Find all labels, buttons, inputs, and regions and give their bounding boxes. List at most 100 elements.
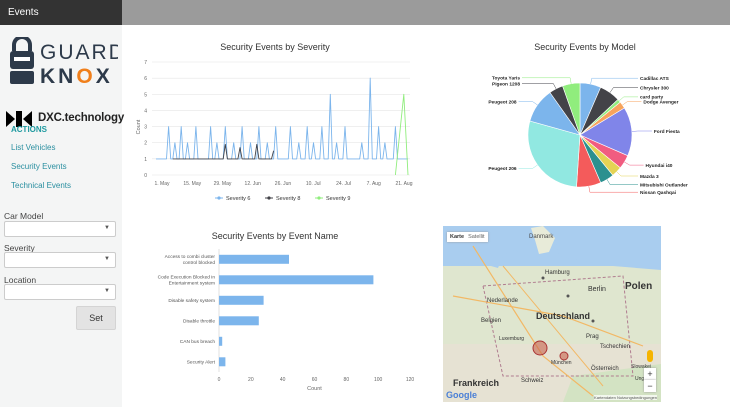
bar[interactable]: [219, 295, 264, 305]
logo-text-guard: GUARD: [40, 41, 118, 64]
map-place-label: Luxemburg: [499, 336, 525, 342]
severity-chart-title: Security Events by Severity: [220, 42, 330, 52]
event-name-chart-title: Security Events by Event Name: [211, 231, 339, 241]
x-tick-label: 120: [406, 377, 415, 383]
car-model-label: Car Model: [4, 211, 44, 221]
series-line-1[interactable]: [156, 77, 408, 160]
app-title: Events: [0, 0, 122, 25]
x-tick-label: 100: [374, 377, 383, 383]
map-zoom-in-button[interactable]: +: [644, 368, 656, 380]
legend-label[interactable]: Severity 8: [276, 196, 300, 202]
y-tick-label: 7: [144, 60, 147, 66]
model-chart-title: Security Events by Model: [534, 42, 636, 52]
series-line-3[interactable]: [394, 93, 409, 176]
x-tick-label: 80: [344, 377, 350, 383]
x-axis-label: Count: [307, 386, 322, 392]
pie-label: Nissan Qashqai: [640, 190, 676, 196]
pie-connector: [616, 171, 638, 177]
x-tick-label: 0: [218, 377, 221, 383]
map-place-label: Schweiz: [521, 378, 544, 384]
x-tick-label: 29. May: [214, 181, 232, 187]
map-event-marker[interactable]: [559, 351, 569, 361]
x-tick-label: 7. Aug: [367, 181, 381, 187]
pie-label: Hyundai i40: [646, 163, 673, 169]
bar[interactable]: [219, 275, 374, 285]
legend-marker: [267, 196, 271, 200]
pie-connector: [619, 96, 638, 101]
map-place-label: Deutschland: [536, 311, 591, 321]
set-button[interactable]: Set: [76, 306, 116, 330]
severity-line-chart: 0 1 2 3 4 5 6 7 Count 1. May 15. May 29. May 12. Jun…: [136, 60, 413, 202]
y-tick-label: 3: [144, 125, 147, 131]
map-place-label: Hamburg: [545, 270, 570, 276]
pie-connector: [522, 77, 572, 84]
bar[interactable]: [219, 254, 289, 264]
bar[interactable]: [219, 357, 226, 367]
actions-heading: ACTIONS: [11, 125, 47, 134]
pie-connector: [622, 101, 642, 106]
map-attribution: Kartendaten Nutzungsbedingungen: [594, 395, 657, 400]
map-place-label: München: [551, 360, 572, 366]
y-tick-label: 5: [144, 92, 147, 98]
bar[interactable]: [219, 336, 223, 346]
event-name-bar-chart: 0 20 40 60 80 100 120 Count Access to combi clus…: [158, 249, 415, 392]
events-map[interactable]: Karte Satellit Danmark Hamburg Berlin Nederl…: [443, 226, 661, 402]
map-place-label: Frankreich: [453, 378, 500, 388]
y-tick-label: 2: [144, 141, 147, 147]
technical-events-link[interactable]: Technical Events: [11, 181, 71, 190]
map-event-marker[interactable]: [532, 340, 548, 356]
legend-label[interactable]: Severity 6: [226, 196, 250, 202]
y-axis-label: Count: [136, 119, 142, 134]
pie-label: Pigeon 1208: [492, 81, 520, 87]
x-tick-label: 60: [312, 377, 318, 383]
bar-category-label: Disable safety system: [168, 298, 215, 304]
pie-label: Peugeot 208: [488, 99, 517, 105]
bar-category-label: control blocked: [183, 260, 216, 266]
map-type-tabs: Karte Satellit: [447, 232, 488, 242]
pie-connector: [624, 161, 644, 166]
map-tab-satellit[interactable]: Satellit: [468, 234, 485, 240]
bar-category-label: Code Execution Blocked in: [158, 275, 216, 281]
pegman-icon[interactable]: [647, 350, 653, 362]
google-logo: Google: [446, 390, 477, 400]
list-vehicles-link[interactable]: List Vehicles: [11, 143, 55, 152]
map-place-label: Ung: [635, 376, 645, 382]
x-tick-label: 1. May: [154, 181, 170, 187]
guardknox-logo: GUARD KNOX: [8, 35, 124, 88]
dropdown-arrow-icon: ▼: [104, 256, 110, 262]
dropdown-arrow-icon: ▼: [104, 288, 110, 294]
car-model-select[interactable]: ▼: [4, 221, 116, 237]
y-tick-label: 1: [144, 157, 147, 163]
pie-label: Chrysler 300: [640, 85, 669, 91]
bar-category-label: Security Alert: [187, 360, 216, 366]
model-pie-chart: Cadillac ATSChrysler 300card partyDodge …: [488, 76, 688, 196]
x-tick-label: 15. May: [183, 181, 201, 187]
pie-connector: [590, 77, 638, 85]
pie-label: Mazda 3: [640, 174, 659, 180]
map-place-label: Berlin: [588, 286, 606, 293]
severity-select[interactable]: ▼: [4, 252, 116, 268]
x-tick-label: 20: [248, 377, 254, 383]
dxc-logo-text: DXC.technology: [38, 112, 125, 124]
map-zoom-out-button[interactable]: −: [644, 380, 656, 392]
map-place-label: Österreich: [591, 366, 619, 372]
pie-label: Mitsubishi Outlander: [640, 182, 688, 188]
x-tick-label: 10. Jul: [306, 181, 321, 187]
pie-label: Peugeot 206: [488, 166, 517, 172]
legend-marker: [317, 196, 321, 200]
pie-label: Toyota Yaris: [492, 76, 520, 82]
pie-connector: [588, 186, 638, 193]
x-tick-label: 21. Aug: [396, 181, 413, 187]
map-tab-karte[interactable]: Karte: [450, 234, 464, 240]
map-place-label: Prag: [586, 334, 599, 340]
top-bar: Events: [0, 0, 730, 25]
x-tick-label: 24. Jul: [336, 181, 351, 187]
bar[interactable]: [219, 316, 259, 326]
map-place-label: Danmark: [529, 234, 554, 240]
legend-label[interactable]: Severity 9: [326, 196, 350, 202]
map-place-label: Belgien: [481, 318, 502, 324]
security-events-link[interactable]: Security Events: [11, 162, 67, 171]
location-select[interactable]: ▼: [4, 284, 116, 300]
legend-marker: [217, 196, 221, 200]
bar-category-label: Entertainment system: [169, 281, 215, 287]
